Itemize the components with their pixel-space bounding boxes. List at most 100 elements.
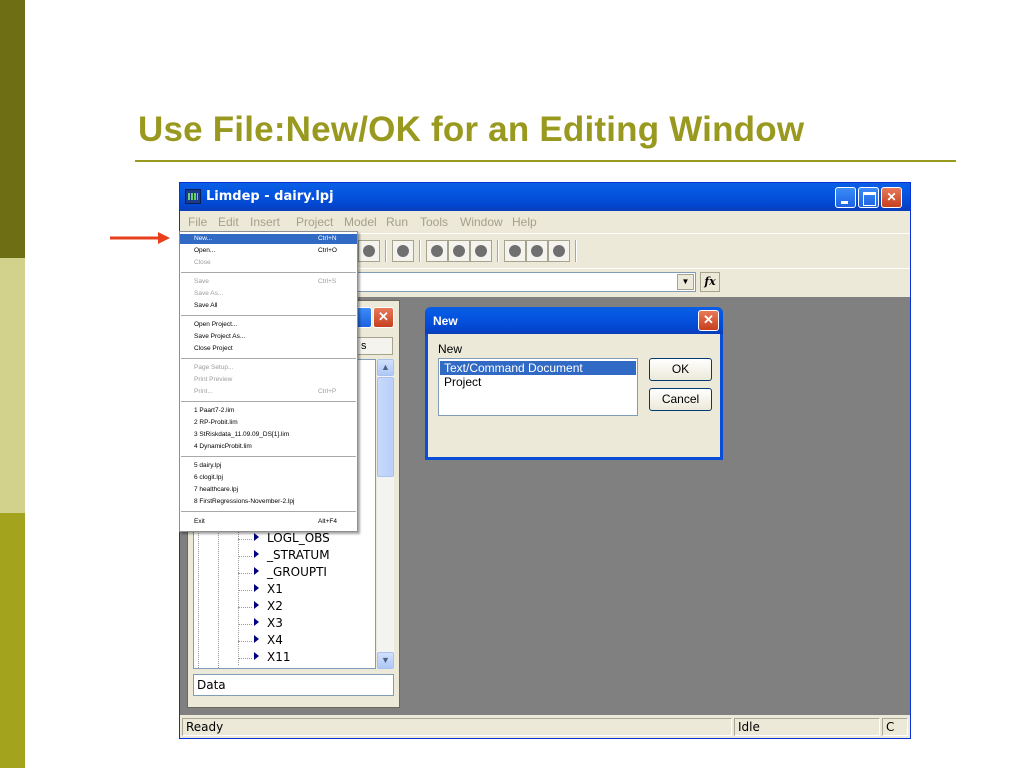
menu-item-label: 1 Paart7-2.lim xyxy=(194,407,235,414)
side-bar-mid xyxy=(0,513,25,768)
tree-variable[interactable]: X4 xyxy=(254,633,283,647)
menu-run[interactable]: Run xyxy=(386,215,408,229)
new-dialog: New ✕ New Text/Command Document Project … xyxy=(425,307,723,460)
triangle-icon xyxy=(254,550,259,558)
paste-icon[interactable] xyxy=(358,240,380,262)
menu-edit[interactable]: Edit xyxy=(218,215,239,229)
toolbar-separator xyxy=(419,240,421,262)
tree-connector xyxy=(238,607,252,608)
variable-label: X4 xyxy=(267,633,283,647)
close-button[interactable]: ✕ xyxy=(881,187,902,208)
menu-item-label: Print Preview xyxy=(194,376,233,383)
triangle-icon xyxy=(254,618,259,626)
toolbar-separator xyxy=(575,240,577,262)
chart-icon[interactable] xyxy=(548,240,570,262)
tree-connector xyxy=(238,539,252,540)
sparkle-icon[interactable] xyxy=(392,240,414,262)
tree-variable[interactable]: LOGL_OBS xyxy=(254,531,330,545)
triangle-icon xyxy=(254,567,259,575)
tree-variable[interactable]: _GROUPTI xyxy=(254,565,327,579)
menu-item-shortcut: Alt+F4 xyxy=(318,518,337,525)
triangle-icon xyxy=(254,584,259,592)
status-bar: Ready Idle C xyxy=(180,716,910,738)
menu-item-open[interactable]: Open... Ctrl+O xyxy=(180,246,357,256)
menu-item-close-project[interactable]: Close Project xyxy=(180,344,357,354)
menu-item-label: 7 healthcare.lpj xyxy=(194,486,239,493)
menu-item-close: Close xyxy=(180,258,357,268)
close-button[interactable]: ✕ xyxy=(373,307,394,328)
tree-variable[interactable]: X11 xyxy=(254,650,291,664)
menu-tools[interactable]: Tools xyxy=(420,215,448,229)
stop-icon[interactable] xyxy=(448,240,470,262)
variable-label: X1 xyxy=(267,582,283,596)
menu-item-new[interactable]: New... Ctrl+N xyxy=(180,234,357,244)
menu-separator xyxy=(181,401,356,402)
menu-item-recent-project[interactable]: 7 healthcare.lpj xyxy=(180,485,357,495)
tree-variable[interactable]: X3 xyxy=(254,616,283,630)
tree-variable[interactable]: X2 xyxy=(254,599,283,613)
triangle-icon xyxy=(254,601,259,609)
tree-variable[interactable]: X1 xyxy=(254,582,283,596)
document-type-list[interactable]: Text/Command Document Project xyxy=(438,358,638,416)
tree-variable[interactable]: _STRATUM xyxy=(254,548,330,562)
dialog-titlebar[interactable]: New ✕ xyxy=(425,307,723,334)
maximize-button[interactable] xyxy=(858,187,879,208)
menu-item-recent-file[interactable]: 1 Paart7-2.lim xyxy=(180,406,357,416)
menu-item-recent-file[interactable]: 4 DynamicProbit.lim xyxy=(180,442,357,452)
side-bar-dark xyxy=(0,0,25,258)
tree-connector xyxy=(238,658,252,659)
chevron-down-icon[interactable]: ▼ xyxy=(677,274,694,290)
fx-button[interactable]: fx xyxy=(700,272,720,292)
status-idle: Idle xyxy=(734,718,880,736)
scroll-up-icon[interactable]: ▲ xyxy=(377,359,394,376)
minimize-button[interactable] xyxy=(835,187,856,208)
list-item[interactable]: Project xyxy=(440,375,636,389)
limdep-app-icon xyxy=(185,189,201,204)
command-input[interactable]: ▼ xyxy=(356,272,696,292)
project-icon[interactable] xyxy=(504,240,526,262)
menu-item-label: 6 clogit.lpj xyxy=(194,474,223,481)
menu-item-shortcut: Ctrl+S xyxy=(318,278,337,285)
window-titlebar[interactable]: Limdep - dairy.lpj ✕ xyxy=(180,183,910,211)
menu-insert[interactable]: Insert xyxy=(250,215,280,229)
scroll-down-icon[interactable]: ▼ xyxy=(377,652,394,669)
toolbar-separator xyxy=(385,240,387,262)
tree-connector xyxy=(238,641,252,642)
menu-file[interactable]: File xyxy=(188,215,207,229)
menu-item-recent-project[interactable]: 8 FirstRegressions-November-2.lpj xyxy=(180,497,357,507)
close-button[interactable]: ✕ xyxy=(698,310,719,331)
menu-item-recent-file[interactable]: 3 StRiskdata_11.09.09_DS[1].lim xyxy=(180,430,357,440)
menu-item-exit[interactable]: Exit Alt+F4 xyxy=(180,517,357,527)
cancel-button[interactable]: Cancel xyxy=(649,388,712,411)
menu-item-save-project-as[interactable]: Save Project As... xyxy=(180,332,357,342)
project-status: Data xyxy=(193,674,394,696)
variable-label: LOGL_OBS xyxy=(267,531,330,545)
vertical-scrollbar[interactable]: ▲ ▼ xyxy=(377,359,394,669)
menu-item-recent-project[interactable]: 5 dairy.lpj xyxy=(180,461,357,471)
title-rule xyxy=(135,160,956,162)
menu-item-shortcut: Ctrl+O xyxy=(318,247,337,254)
dialog-title: New xyxy=(433,314,458,328)
list-item[interactable]: Text/Command Document xyxy=(440,361,636,375)
menu-help[interactable]: Help xyxy=(512,215,537,229)
menu-window[interactable]: Window xyxy=(460,215,503,229)
menu-item-recent-file[interactable]: 2 RP-Probit.lim xyxy=(180,418,357,428)
pause-icon[interactable] xyxy=(470,240,492,262)
scroll-thumb[interactable] xyxy=(377,377,394,477)
ok-button[interactable]: OK xyxy=(649,358,712,381)
menu-item-recent-project[interactable]: 6 clogit.lpj xyxy=(180,473,357,483)
menu-model[interactable]: Model xyxy=(344,215,377,229)
menu-item-open-project[interactable]: Open Project... xyxy=(180,320,357,330)
tree-connector xyxy=(238,556,252,557)
menu-project[interactable]: Project xyxy=(296,215,333,229)
side-bar-light xyxy=(0,258,25,513)
menu-item-label: Save xyxy=(194,278,209,285)
status-text: Ready xyxy=(182,718,732,736)
menu-item-label: Save Project As... xyxy=(194,333,246,340)
go-icon[interactable] xyxy=(426,240,448,262)
grid-icon[interactable] xyxy=(526,240,548,262)
menu-separator xyxy=(181,315,356,316)
menu-item-save-all[interactable]: Save All xyxy=(180,301,357,311)
menu-item-page-setup: Page Setup... xyxy=(180,363,357,373)
menu-item-label: Save As... xyxy=(194,290,224,297)
